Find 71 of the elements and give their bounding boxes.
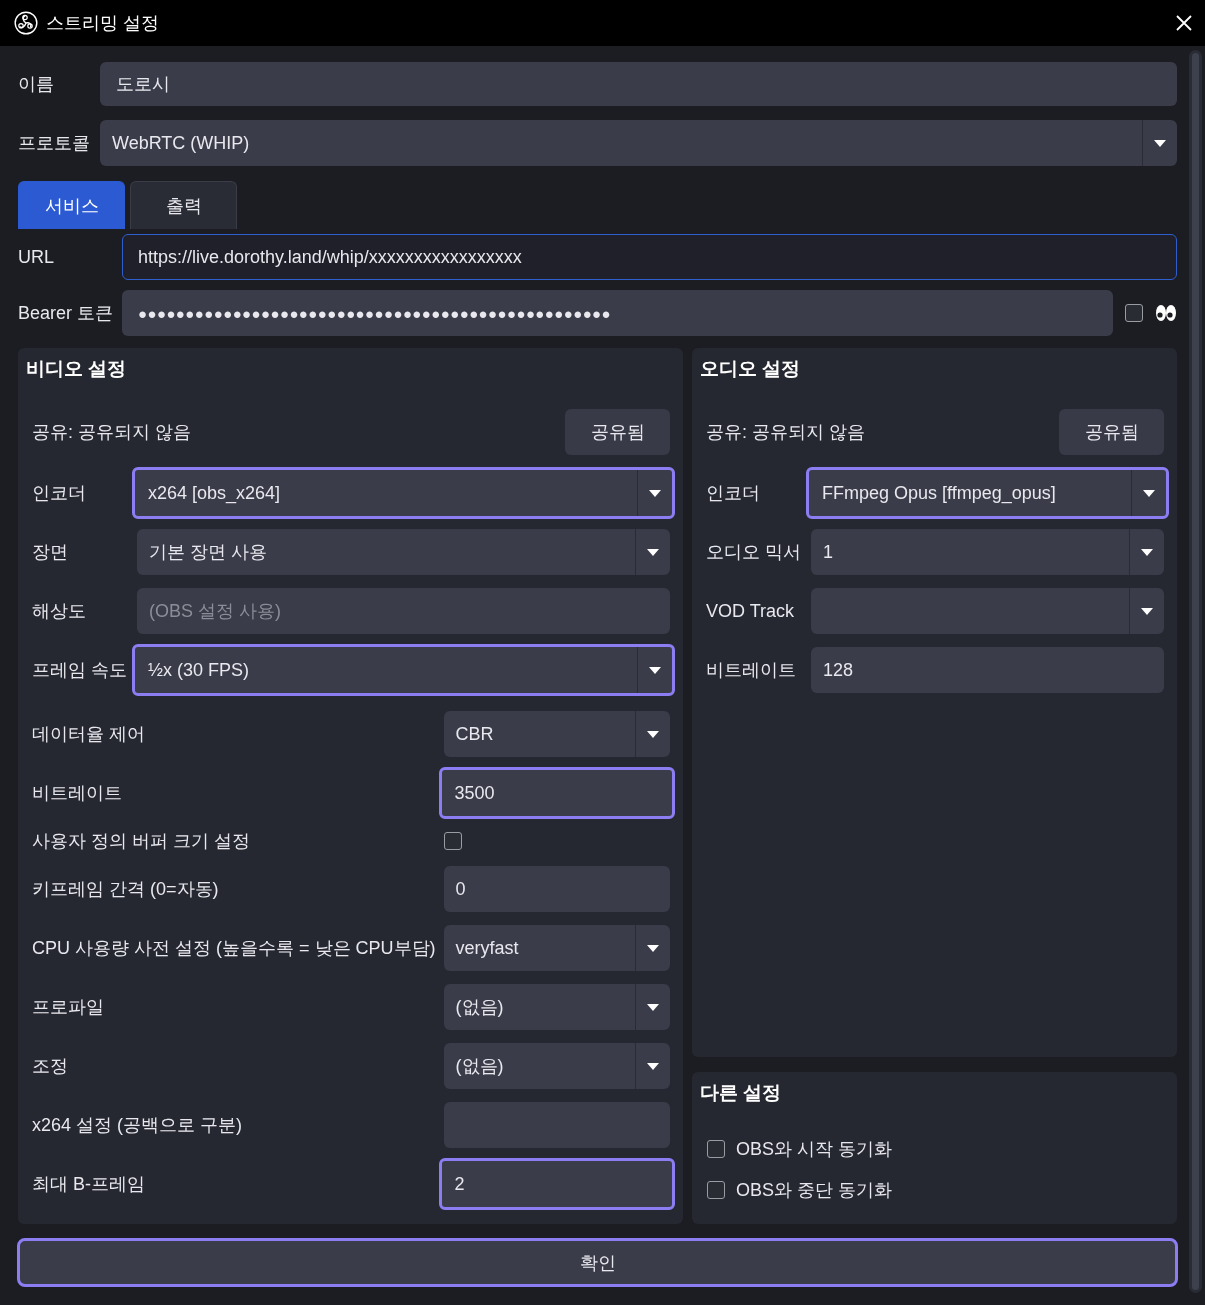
dropdown[interactable]: veryfast xyxy=(443,925,670,971)
caret-down-icon xyxy=(647,944,659,952)
show-token-checkbox[interactable] xyxy=(1125,304,1143,322)
text-field[interactable] xyxy=(443,1102,670,1148)
close-icon xyxy=(1176,15,1192,31)
field-label: 비트레이트 xyxy=(32,782,123,805)
text-field[interactable]: 128 xyxy=(811,647,1164,693)
field-label: URL xyxy=(18,246,55,268)
field-label: 인코더 xyxy=(32,482,87,505)
field-label: 해상도 xyxy=(32,600,87,623)
checkbox-label[interactable]: OBS와 중단 동기화 xyxy=(736,1178,892,1202)
checkbox[interactable] xyxy=(707,1181,725,1199)
dropdown[interactable]: ½x (30 FPS) xyxy=(132,644,675,696)
caret-down-icon xyxy=(1154,139,1166,147)
field-label: 비트레이트 xyxy=(706,659,797,682)
caret-down-icon xyxy=(647,730,659,738)
field-label: 프레임 속도 xyxy=(32,659,127,682)
caret-down-icon xyxy=(1141,607,1153,615)
dropdown[interactable]: CBR xyxy=(443,711,670,757)
caret-down-icon xyxy=(1143,489,1155,497)
share-status: 공유: 공유되지 않음 xyxy=(706,421,865,444)
dropdown[interactable]: FFmpeg Opus [ffmpeg_opus] xyxy=(806,467,1169,519)
field-label: 데이터율 제어 xyxy=(32,723,146,746)
tab[interactable]: 서비스 xyxy=(18,181,125,229)
eyes-icon[interactable] xyxy=(1155,304,1177,322)
tab[interactable]: 출력 xyxy=(130,181,237,229)
dropdown[interactable]: WebRTC (WHIP) xyxy=(100,120,1177,166)
section-title: 다른 설정 xyxy=(700,1081,782,1105)
url-field[interactable]: https://live.dorothy.land/whip/xxxxxxxxxxxxxxxxx xyxy=(122,234,1177,280)
field-label: 조정 xyxy=(32,1055,69,1078)
text-field[interactable]: 0 xyxy=(443,866,670,912)
caret-down-icon xyxy=(649,666,661,674)
field-label: 프로토콜 xyxy=(18,132,90,155)
field-label: x264 설정 (공백으로 구분) xyxy=(32,1114,244,1137)
checkbox[interactable] xyxy=(707,1140,725,1158)
text-field[interactable]: 3500 xyxy=(438,767,675,819)
ok-button[interactable]: 확인 xyxy=(17,1238,1178,1287)
field-label: VOD Track xyxy=(706,600,795,622)
field-label: 사용자 정의 버퍼 크기 설정 xyxy=(32,830,251,853)
dropdown[interactable]: (없음) xyxy=(443,1043,670,1089)
caret-down-icon xyxy=(1141,548,1153,556)
checkbox-label[interactable]: OBS와 시작 동기화 xyxy=(736,1137,892,1161)
field-label: 키프레임 간격 (0=자동) xyxy=(32,878,220,901)
share-button[interactable]: 공유됨 xyxy=(1059,409,1164,455)
text-field[interactable]: 2 xyxy=(438,1158,675,1210)
field-label: 최대 B-프레임 xyxy=(32,1173,146,1196)
token-field[interactable]: ●●●●●●●●●●●●●●●●●●●●●●●●●●●●●●●●●●●●●●●●●●●●●●●●●● xyxy=(122,290,1113,336)
caret-down-icon xyxy=(647,548,659,556)
field-label: 이름 xyxy=(18,73,55,96)
caret-down-icon xyxy=(647,1062,659,1070)
caret-down-icon xyxy=(649,489,661,497)
text-field[interactable]: 도로시 xyxy=(100,62,1177,106)
share-button[interactable]: 공유됨 xyxy=(565,409,670,455)
dropdown[interactable]: x264 [obs_x264] xyxy=(132,467,675,519)
field-label: 장면 xyxy=(32,541,69,564)
section-title: 오디오 설정 xyxy=(700,357,801,381)
share-status: 공유: 공유되지 않음 xyxy=(32,421,191,444)
field-label: Bearer 토큰 xyxy=(18,302,114,325)
field-label: CPU 사용량 사전 설정 (높을수록 = 낮은 CPU부담) xyxy=(32,937,436,960)
field-label: 인코더 xyxy=(706,482,761,505)
caret-down-icon xyxy=(647,1003,659,1011)
close-button[interactable] xyxy=(1175,14,1193,32)
app-logo-icon xyxy=(14,11,38,35)
window-title: 스트리밍 설정 xyxy=(46,12,160,35)
checkbox[interactable] xyxy=(443,832,462,850)
field-label: 프로파일 xyxy=(32,996,105,1019)
section-title: 비디오 설정 xyxy=(26,357,127,381)
dropdown[interactable]: 기본 장면 사용 xyxy=(137,529,670,575)
dropdown[interactable]: 1 xyxy=(811,529,1164,575)
dropdown[interactable]: (없음) xyxy=(443,984,670,1030)
field-label: 오디오 믹서 xyxy=(706,541,801,564)
